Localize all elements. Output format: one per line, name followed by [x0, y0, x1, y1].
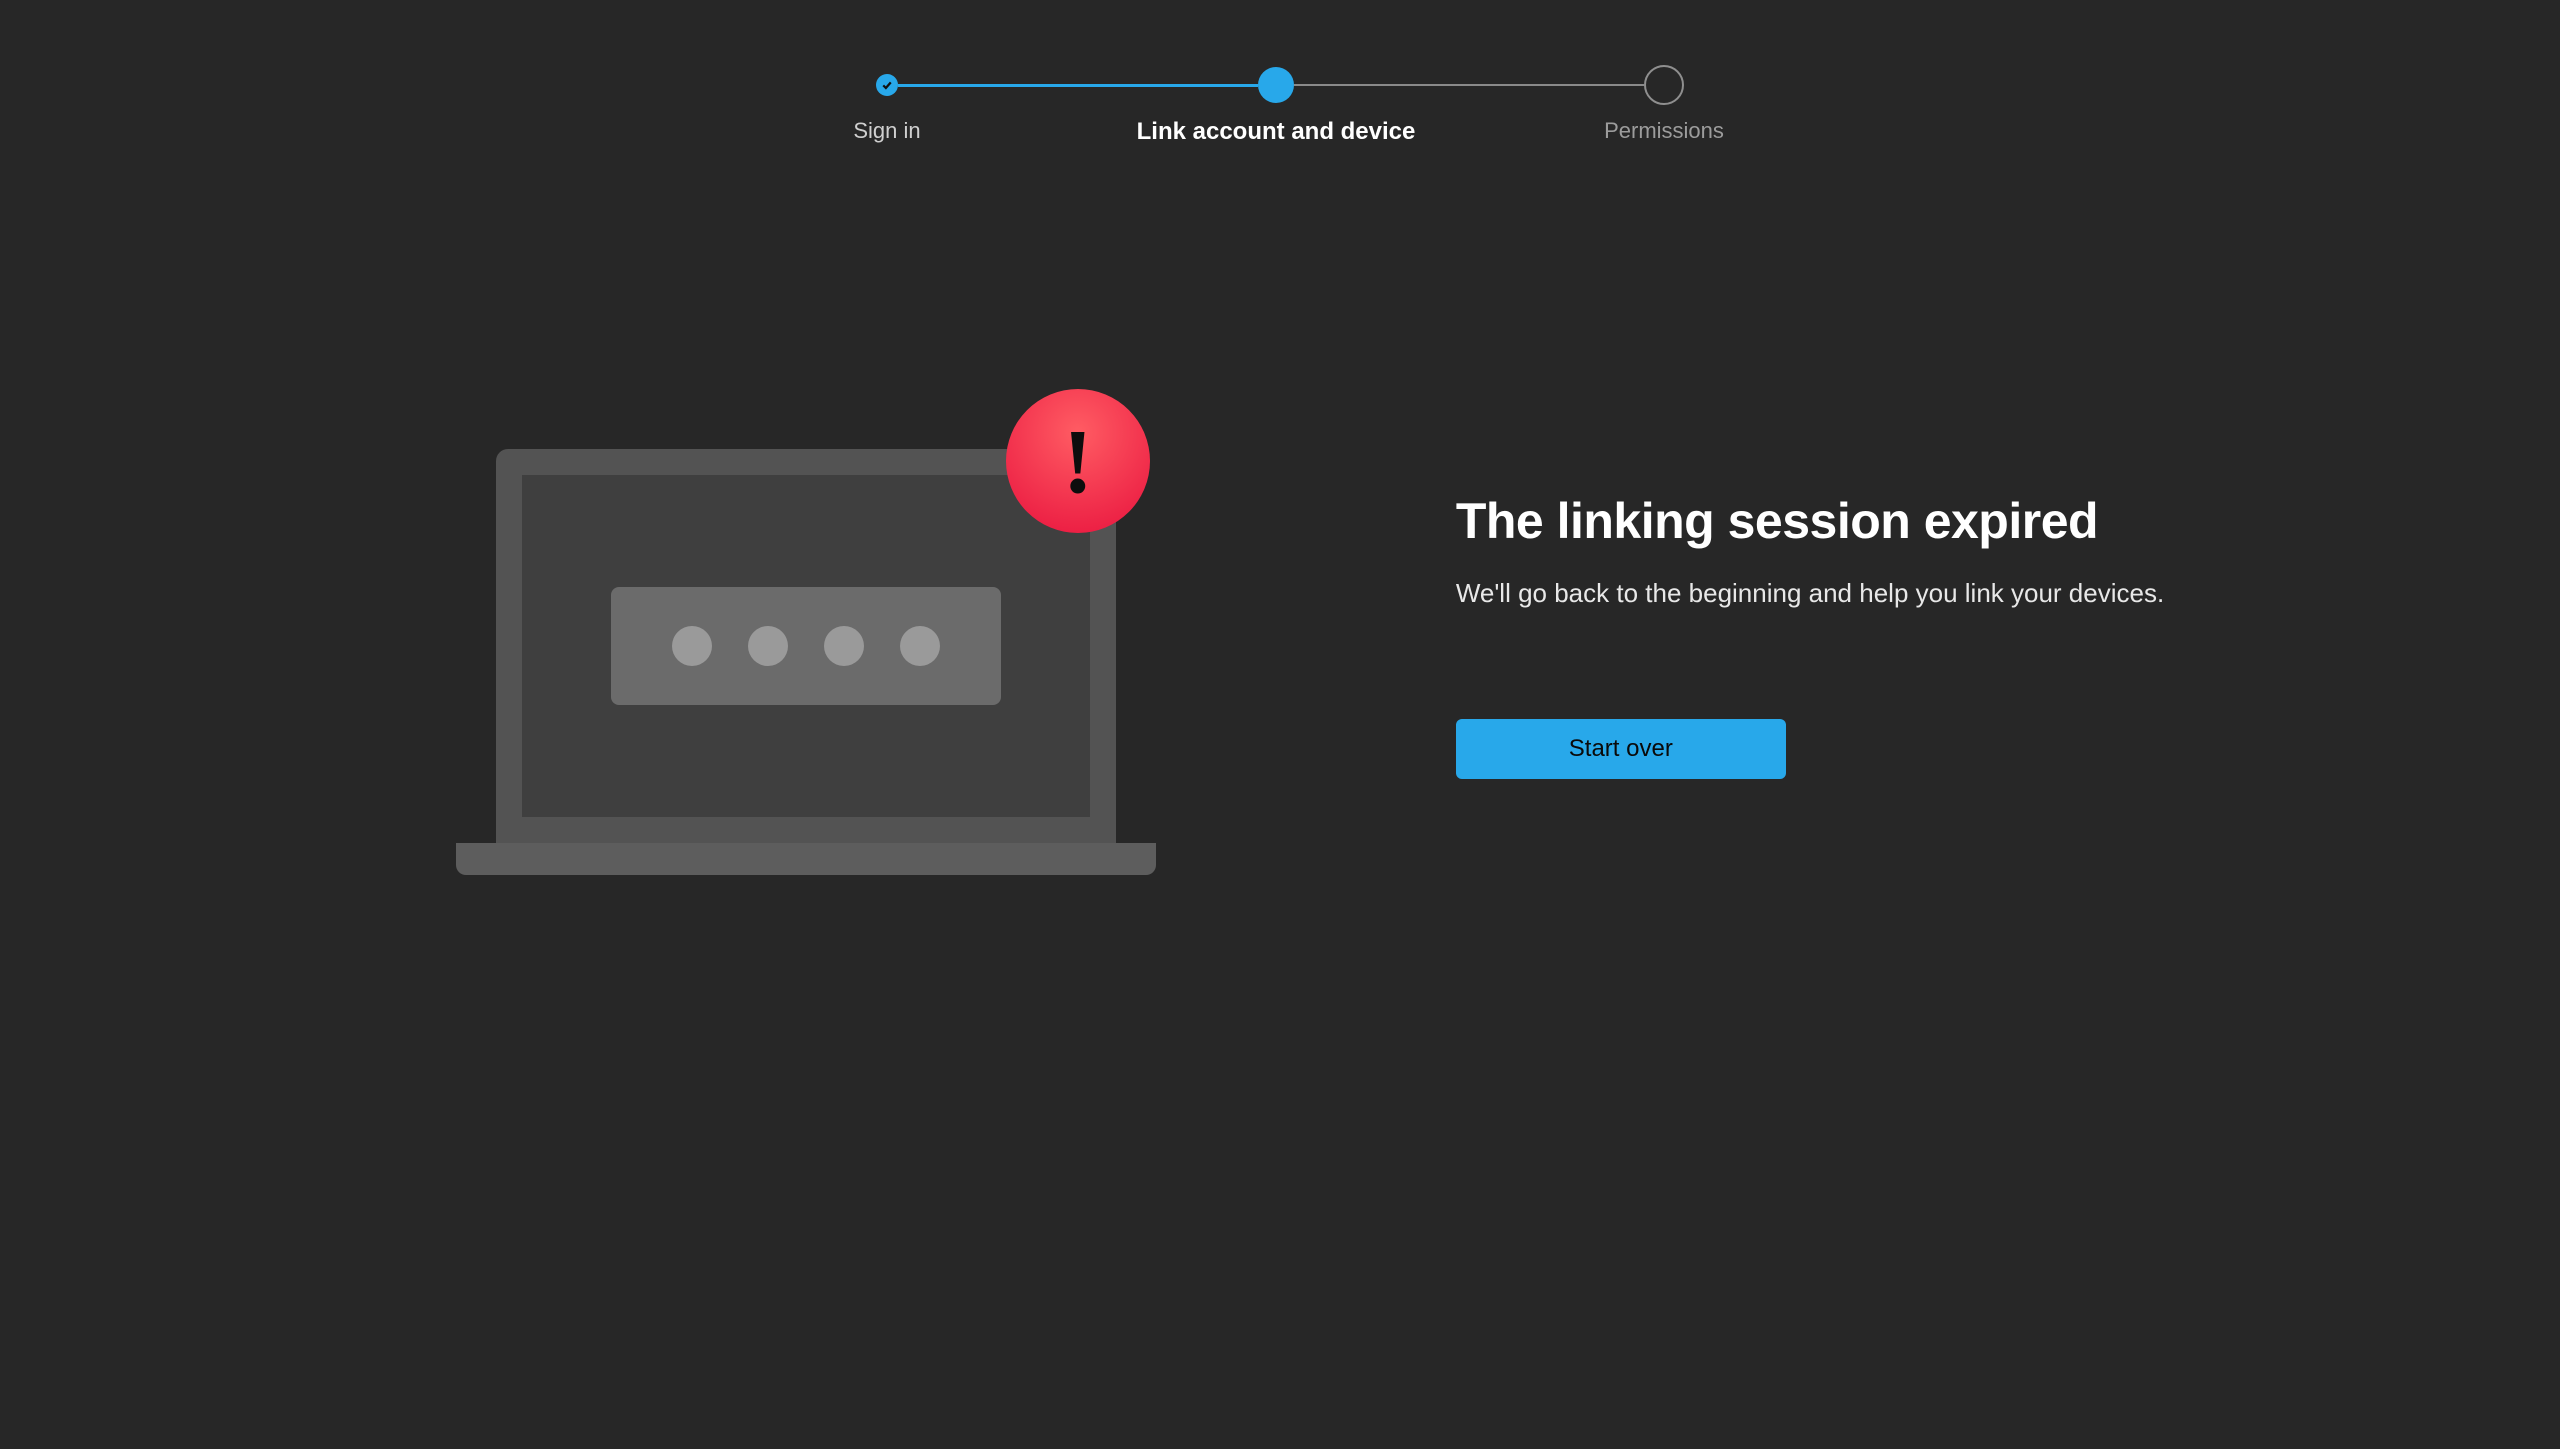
step-link-account: Link account and device: [1258, 74, 1294, 103]
laptop-illustration: !: [456, 395, 1156, 875]
step-upcoming-icon: [1644, 65, 1684, 105]
step-permissions: Permissions: [1644, 74, 1684, 105]
step-connector: [898, 84, 1258, 87]
page-title: The linking session expired: [1456, 492, 2164, 550]
laptop-base-icon: [456, 843, 1156, 875]
code-dot: [672, 626, 712, 666]
code-dot: [824, 626, 864, 666]
message-panel: The linking session expired We'll go bac…: [1456, 492, 2164, 779]
code-entry-box: [611, 587, 1001, 705]
start-over-button[interactable]: Start over: [1456, 719, 1786, 779]
step-label: Sign in: [853, 118, 920, 144]
code-dot: [748, 626, 788, 666]
step-completed-icon: [876, 74, 898, 96]
code-dot: [900, 626, 940, 666]
main-content: ! The linking session expired We'll go b…: [0, 395, 2560, 875]
step-label: Link account and device: [1137, 118, 1416, 146]
step-connector: [1294, 84, 1644, 86]
step-current-icon: [1258, 67, 1294, 103]
progress-stepper: Sign in Link account and device Permissi…: [0, 0, 2560, 105]
step-sign-in: Sign in: [876, 74, 898, 96]
exclamation-icon: !: [1006, 389, 1150, 533]
step-label: Permissions: [1604, 118, 1724, 144]
page-subtitle: We'll go back to the beginning and help …: [1456, 578, 2164, 609]
